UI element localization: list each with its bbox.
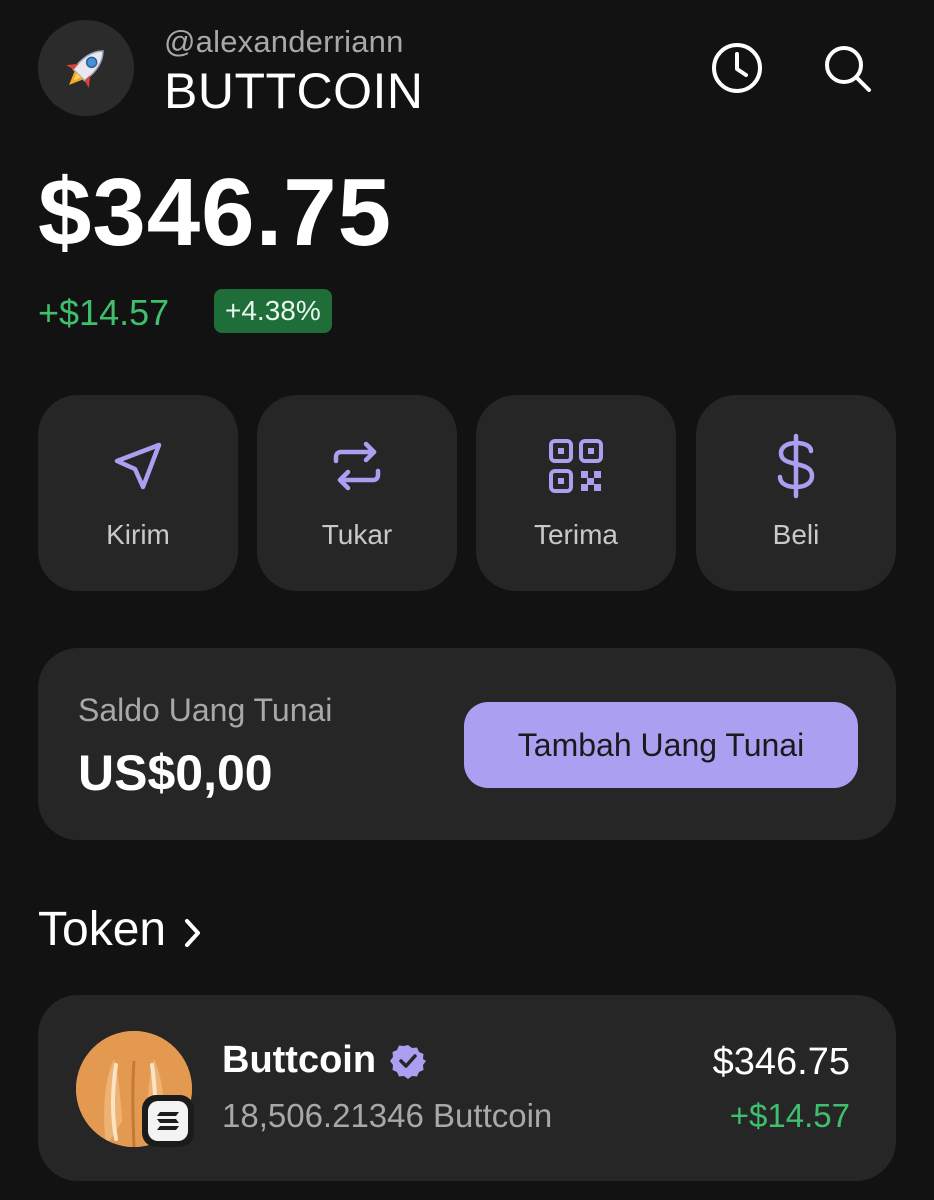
- swap-label: Tukar: [321, 519, 393, 550]
- token-name-group: Buttcoin: [222, 1039, 427, 1082]
- send-label: Kirim: [106, 519, 170, 550]
- swap-icon: [333, 441, 381, 491]
- search-icon: [825, 46, 871, 92]
- cash-balance-value: US$0,00: [78, 745, 273, 801]
- add-cash-button[interactable]: Tambah Uang Tunai: [464, 702, 858, 788]
- solana-icon: [157, 1112, 179, 1130]
- receive-button[interactable]: Terima: [476, 395, 676, 591]
- send-icon: [114, 442, 162, 490]
- token-section-title: Token: [38, 903, 167, 956]
- balance-change-percent-badge: +4.38%: [214, 289, 332, 333]
- token-row[interactable]: Buttcoin 18,506.21346 Buttcoin $346.75 +…: [38, 995, 896, 1181]
- receive-label: Terima: [533, 519, 618, 550]
- chain-badge: [142, 1095, 194, 1147]
- account-handle[interactable]: @alexanderriann: [164, 24, 404, 60]
- rocket-icon: [66, 50, 104, 88]
- verified-badge-icon: [390, 1044, 427, 1079]
- token-name: Buttcoin: [222, 1039, 377, 1081]
- chevron-right-icon: [185, 918, 201, 947]
- token-value: $346.75: [712, 1041, 850, 1083]
- wallet-name[interactable]: BUTTCOIN: [164, 62, 424, 120]
- balance-change-amount: +$14.57: [38, 292, 170, 333]
- swap-button[interactable]: Tukar: [257, 395, 457, 591]
- quick-actions: Kirim Tukar Terima Beli: [38, 395, 896, 591]
- cash-balance-card: Saldo Uang Tunai US$0,00 Tambah Uang Tun…: [38, 648, 896, 840]
- qr-code-icon: [549, 439, 603, 493]
- dollar-icon: [777, 433, 815, 499]
- account-avatar[interactable]: [38, 20, 134, 116]
- send-button[interactable]: Kirim: [38, 395, 238, 591]
- token-quantity: 18,506.21346 Buttcoin: [222, 1097, 553, 1134]
- wallet-home-screen: @alexanderriann BUTTCOIN $346.75 +$14.57…: [0, 0, 934, 1200]
- search-button[interactable]: [819, 40, 875, 96]
- buy-label: Beli: [772, 519, 820, 550]
- total-balance: $346.75: [38, 159, 393, 266]
- cash-balance-label: Saldo Uang Tunai: [78, 692, 333, 728]
- token-change: +$14.57: [729, 1097, 850, 1134]
- history-button[interactable]: [709, 40, 765, 96]
- clock-icon: [712, 43, 762, 93]
- token-section-link[interactable]: Token: [38, 902, 204, 957]
- buy-button[interactable]: Beli: [696, 395, 896, 591]
